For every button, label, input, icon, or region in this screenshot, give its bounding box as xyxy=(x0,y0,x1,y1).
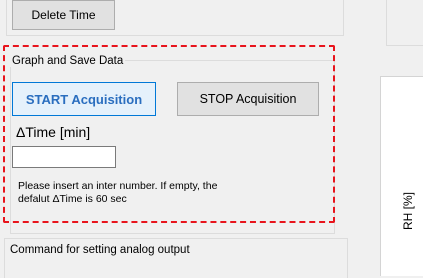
highlight-dashed-box xyxy=(3,45,335,223)
right-panel-top xyxy=(386,0,423,46)
chart-panel xyxy=(380,76,423,276)
rh-axis-label: RH [%] xyxy=(401,191,415,230)
analog-output-group-title: Command for setting analog output xyxy=(8,244,192,256)
delete-time-button[interactable]: Delete Time xyxy=(12,0,115,30)
